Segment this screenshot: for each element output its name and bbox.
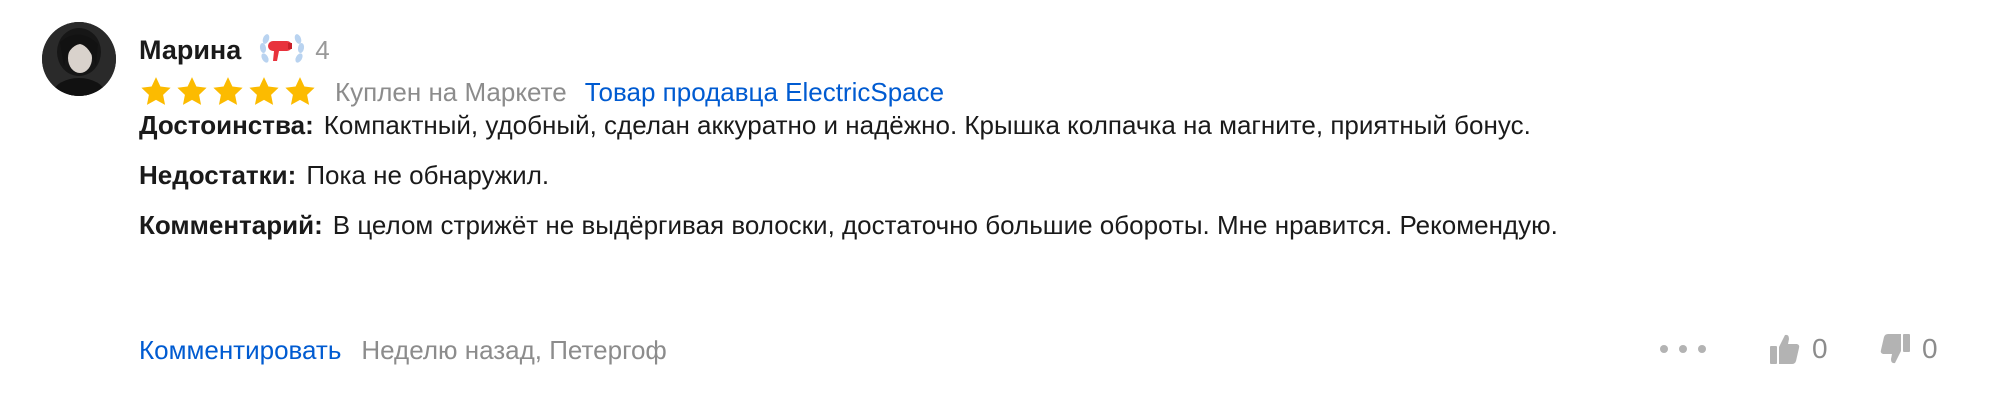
- comment-button[interactable]: Комментировать: [139, 335, 341, 366]
- author-badge[interactable]: 4: [259, 32, 330, 68]
- dislike-button[interactable]: 0: [1880, 328, 1938, 370]
- review-date-location: Неделю назад, Петергоф: [361, 334, 667, 365]
- purchase-info: Куплен на Маркете: [335, 76, 567, 107]
- more-dot-icon: [1660, 345, 1668, 353]
- badge-level: 4: [315, 34, 330, 65]
- pros-label: Достоинства:: [139, 110, 314, 140]
- cons-label: Недостатки:: [139, 160, 297, 190]
- more-dot-icon: [1698, 345, 1706, 353]
- avatar-photo: [42, 22, 116, 96]
- more-dot-icon: [1679, 345, 1687, 353]
- author-name[interactable]: Марина: [139, 35, 241, 66]
- comment-label: Комментарий:: [139, 210, 323, 240]
- star-icon: [177, 77, 207, 105]
- thumbs-down-icon: [1880, 334, 1910, 364]
- more-options-button[interactable]: [1660, 337, 1706, 361]
- review-cons: Недостатки: Пока не обнаружил.: [139, 155, 549, 195]
- cons-text: Пока не обнаружил.: [306, 160, 550, 190]
- pros-text: Компактный, удобный, сделан аккуратно и …: [323, 110, 1531, 140]
- like-button[interactable]: 0: [1770, 328, 1828, 370]
- comment-text: В целом стрижёт не выдёргивая волоски, д…: [332, 210, 1558, 240]
- avatar[interactable]: [42, 22, 116, 96]
- review-footer: Комментировать Неделю назад, Петергоф: [139, 330, 667, 370]
- like-count: 0: [1812, 333, 1828, 364]
- seller-link[interactable]: Товар продавца ElectricSpace: [585, 77, 944, 108]
- hair-dryer-laurel-icon: [260, 34, 305, 63]
- review-comment: Комментарий: В целом стрижёт не выдёргива…: [139, 205, 1558, 245]
- rating-stars: [139, 75, 317, 109]
- author-line: Марина 4: [139, 30, 330, 70]
- dislike-count: 0: [1922, 333, 1938, 364]
- star-icon: [141, 77, 171, 105]
- star-icon: [285, 77, 315, 105]
- thumbs-up-icon: [1770, 334, 1800, 364]
- star-icon: [249, 77, 279, 105]
- star-icon: [213, 77, 243, 105]
- review-pros: Достоинства: Компактный, удобный, сделан …: [139, 105, 1531, 145]
